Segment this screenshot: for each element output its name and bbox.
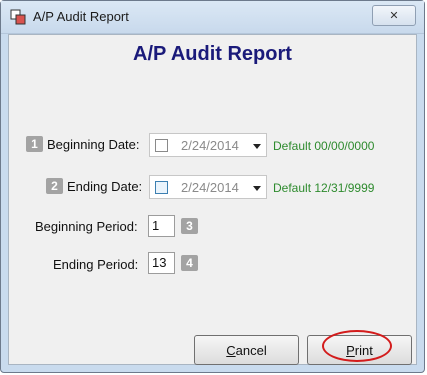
chevron-down-icon[interactable] xyxy=(253,144,261,149)
print-button[interactable]: Print xyxy=(307,335,412,365)
step-badge-3: 3 xyxy=(181,218,198,234)
ending-date-default-hint: Default 12/31/9999 xyxy=(273,181,375,195)
beginning-period-label: Beginning Period: xyxy=(35,219,138,234)
dialog-body: A/P Audit Report 1 Beginning Date: 2/24/… xyxy=(8,34,417,365)
step-badge-4: 4 xyxy=(181,255,198,271)
app-icon xyxy=(10,9,26,25)
ending-date-label: Ending Date: xyxy=(67,179,143,194)
beginning-period-input[interactable]: 1 xyxy=(148,215,175,237)
cancel-button[interactable]: Cancel xyxy=(194,335,299,365)
close-button[interactable]: ✕ xyxy=(372,5,416,26)
title-bar[interactable]: A/P Audit Report ✕ xyxy=(1,1,424,34)
close-icon: ✕ xyxy=(389,10,399,22)
print-button-accesskey: P xyxy=(346,342,355,358)
step-badge-2: 2 xyxy=(46,178,63,194)
ending-period-label: Ending Period: xyxy=(53,257,139,272)
audit-report-dialog: A/P Audit Report ✕ A/P Audit Report 1 Be… xyxy=(0,0,425,373)
window-title: A/P Audit Report xyxy=(33,9,129,24)
beginning-date-picker[interactable]: 2/24/2014 xyxy=(149,133,267,157)
step-badge-1: 1 xyxy=(26,136,43,152)
cancel-button-accesskey: C xyxy=(226,342,236,358)
ending-date-value: 2/24/2014 xyxy=(181,180,239,195)
beginning-date-label: Beginning Date: xyxy=(47,137,140,152)
report-heading: A/P Audit Report xyxy=(133,43,292,65)
beginning-date-default-hint: Default 00/00/0000 xyxy=(273,139,375,153)
beginning-date-checkbox[interactable] xyxy=(155,139,168,152)
beginning-date-value: 2/24/2014 xyxy=(181,138,239,153)
print-button-label: rint xyxy=(354,342,373,358)
ending-date-picker[interactable]: 2/24/2014 xyxy=(149,175,267,199)
ending-date-checkbox[interactable] xyxy=(155,181,168,194)
cancel-button-label: ancel xyxy=(235,342,267,358)
chevron-down-icon[interactable] xyxy=(253,186,261,191)
ending-period-input[interactable]: 13 xyxy=(148,252,175,274)
